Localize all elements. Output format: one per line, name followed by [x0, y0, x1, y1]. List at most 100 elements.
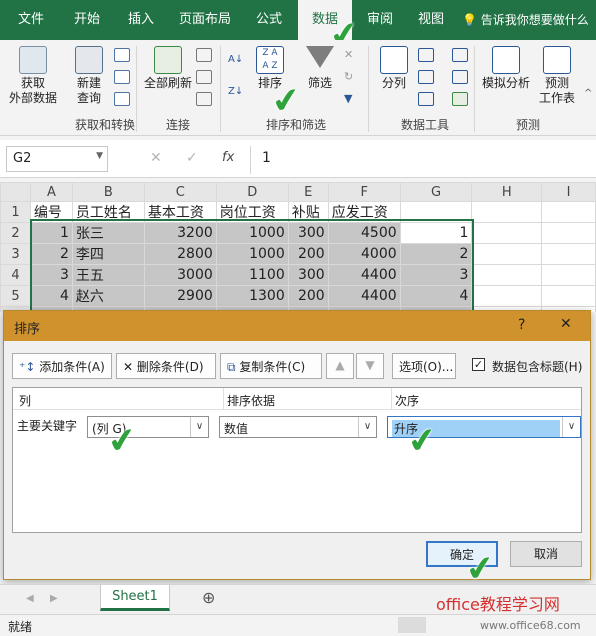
- cell[interactable]: 补贴: [287, 201, 329, 223]
- cell[interactable]: 300: [287, 222, 329, 244]
- from-table-icon[interactable]: [114, 70, 130, 84]
- sort-za-icon[interactable]: Z↓: [228, 86, 244, 100]
- cell[interactable]: 3200: [143, 222, 217, 244]
- what-if-analysis-button[interactable]: 模拟分析: [478, 46, 534, 91]
- advanced-filter-icon[interactable]: ▼: [344, 92, 360, 106]
- move-down-button[interactable]: ▼: [356, 353, 384, 379]
- column-header[interactable]: E: [287, 182, 329, 202]
- formula-value[interactable]: 1: [262, 150, 271, 166]
- consolidate-icon[interactable]: [452, 48, 468, 62]
- forecast-sheet-button[interactable]: 预测 工作表: [536, 46, 578, 106]
- tab-formulas[interactable]: 公式: [246, 0, 292, 40]
- cell[interactable]: 1000: [215, 243, 289, 265]
- relationships-icon[interactable]: [452, 70, 468, 84]
- cell[interactable]: [541, 201, 596, 223]
- cell[interactable]: 4: [29, 285, 73, 307]
- remove-duplicates-icon[interactable]: [418, 70, 434, 84]
- column-header[interactable]: A: [29, 182, 73, 202]
- scroll-left-icon[interactable]: ◀: [26, 593, 34, 604]
- column-header[interactable]: C: [143, 182, 217, 202]
- enter-check-icon[interactable]: ✓: [186, 150, 198, 166]
- options-button[interactable]: 选项(O)...: [392, 353, 456, 379]
- add-level-button[interactable]: ⁺↕ 添加条件(A): [12, 353, 112, 379]
- column-header[interactable]: G: [399, 182, 473, 202]
- sort-az-icon[interactable]: A↓: [228, 54, 244, 68]
- cell[interactable]: 2800: [143, 243, 217, 265]
- cell[interactable]: [471, 201, 543, 223]
- connections-icon[interactable]: [196, 48, 212, 62]
- cell[interactable]: [399, 201, 473, 223]
- cell[interactable]: [471, 264, 543, 286]
- cell[interactable]: [471, 222, 543, 244]
- show-queries-icon[interactable]: [114, 48, 130, 62]
- row-header[interactable]: 2: [0, 222, 31, 244]
- cell[interactable]: 3: [29, 264, 73, 286]
- function-icon[interactable]: fx: [222, 150, 234, 165]
- edit-links-icon[interactable]: [196, 92, 212, 106]
- cell[interactable]: 4000: [327, 243, 401, 265]
- get-external-data-button[interactable]: 获取 外部数据: [4, 46, 62, 106]
- cell[interactable]: 4500: [327, 222, 401, 244]
- new-query-button[interactable]: 新建 查询: [66, 46, 112, 106]
- tab-file[interactable]: 文件: [8, 0, 54, 40]
- help-button[interactable]: ?: [518, 317, 525, 333]
- clear-filter-icon[interactable]: ✕: [344, 48, 360, 62]
- row-header[interactable]: 3: [0, 243, 31, 265]
- active-cell[interactable]: 1: [399, 222, 473, 244]
- cell[interactable]: 3000: [143, 264, 217, 286]
- cell[interactable]: 编号: [29, 201, 73, 223]
- cell[interactable]: 2900: [143, 285, 217, 307]
- cell[interactable]: 200: [287, 285, 329, 307]
- cell[interactable]: 4: [399, 285, 473, 307]
- cell[interactable]: [471, 243, 543, 265]
- cell[interactable]: 王五: [71, 264, 145, 286]
- sort-level-row[interactable]: 主要关键字 (列 G) ∨ 数值 ∨ 升序 ∨: [13, 412, 581, 440]
- row-header[interactable]: 1: [0, 201, 31, 223]
- cell[interactable]: 赵六: [71, 285, 145, 307]
- tab-insert[interactable]: 插入: [118, 0, 164, 40]
- cancel-button[interactable]: 取消: [510, 541, 582, 567]
- cell[interactable]: 基本工资: [143, 201, 217, 223]
- properties-icon[interactable]: [196, 70, 212, 84]
- tab-home[interactable]: 开始: [62, 0, 112, 40]
- tell-me-box[interactable]: 💡 告诉我你想要做什么: [462, 0, 596, 40]
- reapply-icon[interactable]: ↻: [344, 70, 360, 84]
- cell[interactable]: 李四: [71, 243, 145, 265]
- column-header[interactable]: F: [327, 182, 401, 202]
- cell[interactable]: 1100: [215, 264, 289, 286]
- normal-view-icon[interactable]: [398, 617, 426, 633]
- cell[interactable]: 2: [399, 243, 473, 265]
- text-to-columns-button[interactable]: 分列: [374, 46, 414, 91]
- cell[interactable]: 4400: [327, 264, 401, 286]
- cell[interactable]: 200: [287, 243, 329, 265]
- sheet-tab-sheet1[interactable]: Sheet1: [100, 585, 170, 611]
- sort-on-select[interactable]: 数值 ∨: [219, 416, 377, 438]
- close-button[interactable]: ✕: [560, 316, 572, 332]
- cancel-icon[interactable]: ✕: [150, 150, 162, 166]
- cell[interactable]: [541, 243, 596, 265]
- name-box[interactable]: G2 ▼: [6, 146, 108, 172]
- worksheet-grid[interactable]: A B C D E F G H I 1 编号 员工姓名 基本工资 岗位工资 补贴…: [0, 182, 596, 312]
- copy-level-button[interactable]: ⧉ 复制条件(C): [220, 353, 322, 379]
- column-header[interactable]: H: [471, 182, 543, 202]
- filter-button[interactable]: 筛选: [300, 46, 340, 91]
- tab-review[interactable]: 审阅: [358, 0, 402, 40]
- flash-fill-icon[interactable]: [418, 48, 434, 62]
- cell[interactable]: 300: [287, 264, 329, 286]
- cell[interactable]: [471, 285, 543, 307]
- collapse-ribbon-icon[interactable]: ^: [584, 88, 594, 102]
- cell[interactable]: 3: [399, 264, 473, 286]
- row-header[interactable]: 5: [0, 285, 31, 307]
- recent-sources-icon[interactable]: [114, 92, 130, 106]
- cell[interactable]: [541, 285, 596, 307]
- move-up-button[interactable]: ▲: [326, 353, 354, 379]
- row-header[interactable]: 4: [0, 264, 31, 286]
- cell[interactable]: [541, 264, 596, 286]
- cell[interactable]: 1: [29, 222, 73, 244]
- cell[interactable]: 员工姓名: [71, 201, 145, 223]
- refresh-all-button[interactable]: 全部刷新: [140, 46, 196, 91]
- tab-view[interactable]: 视图: [408, 0, 454, 40]
- has-headers-checkbox[interactable]: ✓: [472, 358, 485, 371]
- cell[interactable]: [541, 222, 596, 244]
- cell[interactable]: 2: [29, 243, 73, 265]
